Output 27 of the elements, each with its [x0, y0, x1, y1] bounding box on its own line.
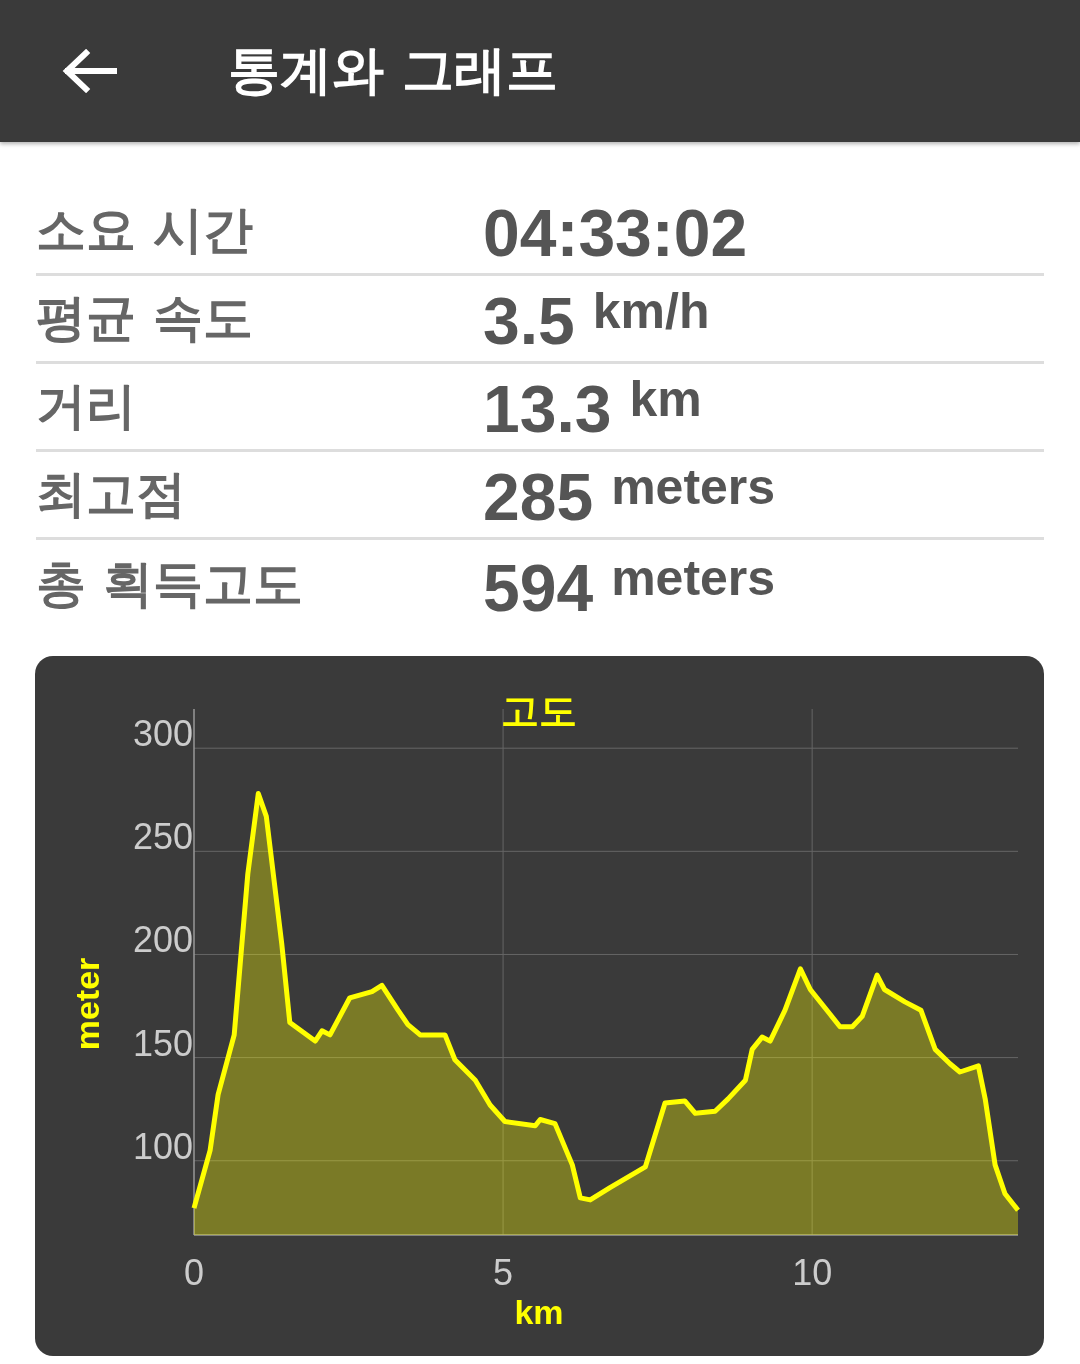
stat-value: 13.3 — [483, 371, 612, 448]
axis-tick-label: 150 — [132, 1022, 193, 1064]
stat-label: 총 획득고도 — [36, 553, 305, 615]
stat-value: 3.5 — [483, 283, 575, 360]
axis-tick-label: 5 — [493, 1252, 514, 1293]
axis-tick-label: 300 — [132, 713, 193, 755]
stat-label: 평균 속도 — [36, 288, 255, 349]
stat-unit: km — [629, 370, 702, 429]
stat-unit: km/h — [592, 282, 710, 341]
stat-unit: meters — [611, 458, 776, 517]
chart-title: 고도 — [501, 689, 577, 733]
axis-label: meter — [68, 957, 106, 1051]
stat-unit: meters — [611, 549, 776, 608]
back-icon[interactable] — [62, 49, 118, 93]
axis-label: km — [514, 1293, 564, 1331]
axis-tick-label: 100 — [132, 1125, 193, 1167]
axis-tick-label: 250 — [132, 816, 193, 858]
axis-tick-label: 200 — [132, 919, 193, 961]
stat-label: 거리 — [36, 376, 137, 437]
stat-value: 285 — [483, 459, 594, 536]
stat-label: 소요 시간 — [36, 200, 255, 261]
axis-tick-label: 10 — [792, 1252, 833, 1293]
stat-value: 594 — [483, 550, 594, 627]
screen-title: 통계와 그래프 — [228, 39, 559, 102]
axis-tick-label: 0 — [184, 1252, 204, 1293]
stat-label: 최고점 — [36, 464, 187, 525]
stat-value: 04:33:02 — [483, 195, 748, 272]
